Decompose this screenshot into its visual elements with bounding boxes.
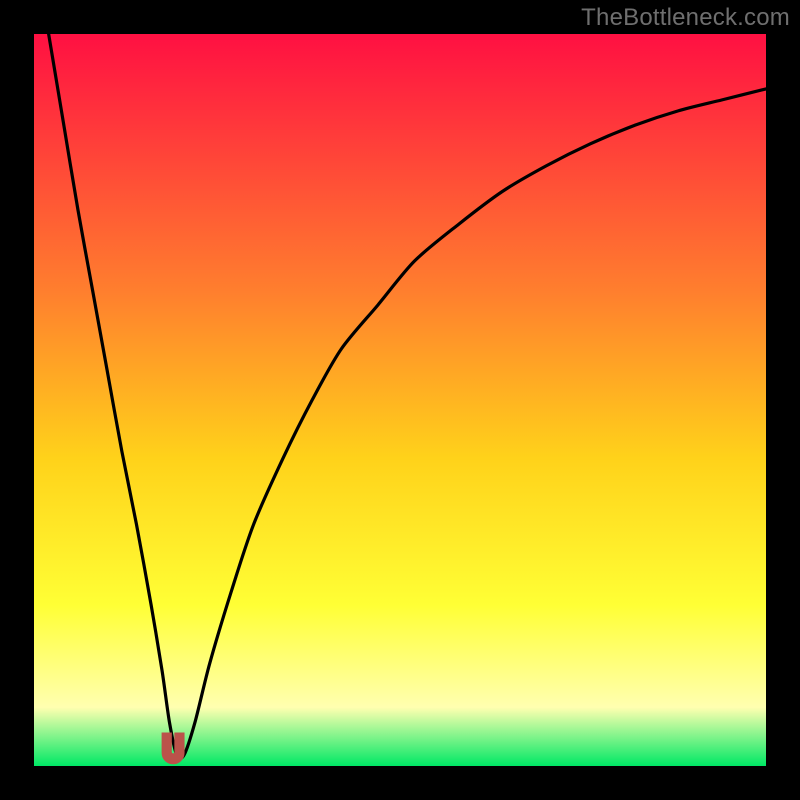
watermark-text: TheBottleneck.com [581,4,790,32]
chart-frame: TheBottleneck.com [0,0,800,800]
bottleneck-chart [0,0,800,800]
plot-background [34,34,766,766]
